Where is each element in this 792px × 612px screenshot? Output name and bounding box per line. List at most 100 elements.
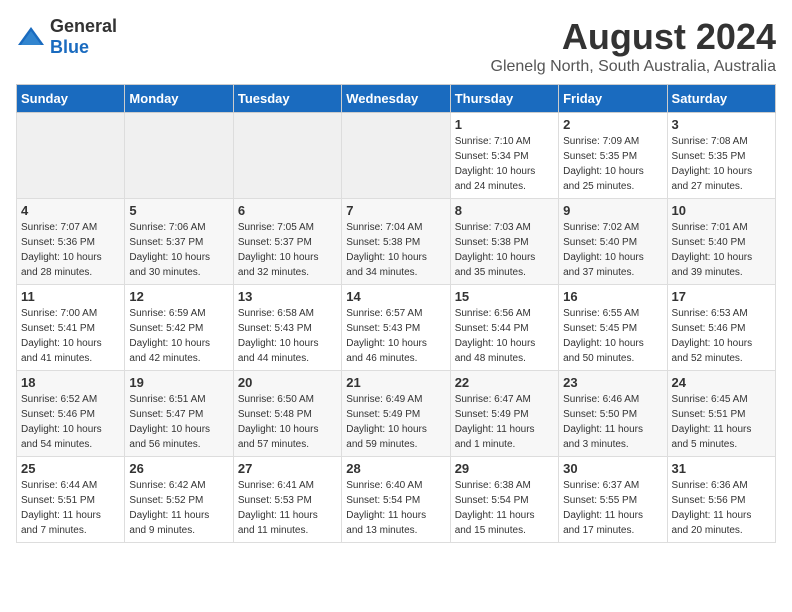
day-number: 3 (672, 117, 771, 132)
day-info: Sunrise: 7:07 AM Sunset: 5:36 PM Dayligh… (21, 220, 120, 280)
day-info: Sunrise: 6:44 AM Sunset: 5:51 PM Dayligh… (21, 478, 120, 538)
day-number: 28 (346, 461, 445, 476)
day-info: Sunrise: 7:00 AM Sunset: 5:41 PM Dayligh… (21, 306, 120, 366)
cell-week1-day0 (17, 113, 125, 199)
day-info: Sunrise: 6:51 AM Sunset: 5:47 PM Dayligh… (129, 392, 228, 452)
day-number: 24 (672, 375, 771, 390)
cell-week2-day5: 9 Sunrise: 7:02 AM Sunset: 5:40 PM Daylig… (559, 199, 667, 285)
header-wednesday: Wednesday (342, 85, 450, 113)
logo-blue: Blue (50, 37, 89, 57)
day-number: 9 (563, 203, 662, 218)
logo-general: General (50, 16, 117, 36)
day-info: Sunrise: 7:02 AM Sunset: 5:40 PM Dayligh… (563, 220, 662, 280)
day-number: 4 (21, 203, 120, 218)
day-number: 18 (21, 375, 120, 390)
cell-week4-day6: 24Sunrise: 6:45 AM Sunset: 5:51 PM Dayli… (667, 371, 775, 457)
cell-week5-day1: 26Sunrise: 6:42 AM Sunset: 5:52 PM Dayli… (125, 457, 233, 543)
cell-week3-day0: 11 Sunrise: 7:00 AM Sunset: 5:41 PM Dayli… (17, 285, 125, 371)
main-title: August 2024 (491, 16, 777, 58)
cell-week4-day2: 20Sunrise: 6:50 AM Sunset: 5:48 PM Dayli… (233, 371, 341, 457)
day-info: Sunrise: 7:05 AM Sunset: 5:37 PM Dayligh… (238, 220, 337, 280)
day-info: Sunrise: 7:03 AM Sunset: 5:38 PM Dayligh… (455, 220, 554, 280)
cell-week4-day4: 22 Sunrise: 6:47 AM Sunset: 5:49 PM Dayli… (450, 371, 558, 457)
day-number: 31 (672, 461, 771, 476)
cell-week1-day4: 1Sunrise: 7:10 AM Sunset: 5:34 PM Daylig… (450, 113, 558, 199)
week-row-1: 1Sunrise: 7:10 AM Sunset: 5:34 PM Daylig… (17, 113, 776, 199)
cell-week4-day3: 21Sunrise: 6:49 AM Sunset: 5:49 PM Dayli… (342, 371, 450, 457)
header-saturday: Saturday (667, 85, 775, 113)
day-number: 29 (455, 461, 554, 476)
cell-week5-day2: 27 Sunrise: 6:41 AM Sunset: 5:53 PM Dayli… (233, 457, 341, 543)
day-number: 6 (238, 203, 337, 218)
cell-week5-day0: 25 Sunrise: 6:44 AM Sunset: 5:51 PM Dayli… (17, 457, 125, 543)
day-info: Sunrise: 6:41 AM Sunset: 5:53 PM Dayligh… (238, 478, 337, 538)
day-number: 20 (238, 375, 337, 390)
calendar-table: Sunday Monday Tuesday Wednesday Thursday… (16, 84, 776, 543)
day-info: Sunrise: 6:46 AM Sunset: 5:50 PM Dayligh… (563, 392, 662, 452)
day-number: 8 (455, 203, 554, 218)
day-info: Sunrise: 6:56 AM Sunset: 5:44 PM Dayligh… (455, 306, 554, 366)
cell-week2-day2: 6 Sunrise: 7:05 AM Sunset: 5:37 PM Daylig… (233, 199, 341, 285)
cell-week3-day3: 14 Sunrise: 6:57 AM Sunset: 5:43 PM Dayli… (342, 285, 450, 371)
day-number: 10 (672, 203, 771, 218)
day-number: 11 (21, 289, 120, 304)
day-number: 16 (563, 289, 662, 304)
cell-week2-day4: 8 Sunrise: 7:03 AM Sunset: 5:38 PM Daylig… (450, 199, 558, 285)
cell-week4-day0: 18 Sunrise: 6:52 AM Sunset: 5:46 PM Dayli… (17, 371, 125, 457)
cell-week1-day5: 2 Sunrise: 7:09 AM Sunset: 5:35 PM Daylig… (559, 113, 667, 199)
day-info: Sunrise: 7:09 AM Sunset: 5:35 PM Dayligh… (563, 134, 662, 194)
day-info: Sunrise: 6:47 AM Sunset: 5:49 PM Dayligh… (455, 392, 554, 452)
cell-week5-day5: 30Sunrise: 6:37 AM Sunset: 5:55 PM Dayli… (559, 457, 667, 543)
header-monday: Monday (125, 85, 233, 113)
cell-week2-day6: 10 Sunrise: 7:01 AM Sunset: 5:40 PM Dayli… (667, 199, 775, 285)
day-info: Sunrise: 6:59 AM Sunset: 5:42 PM Dayligh… (129, 306, 228, 366)
day-number: 14 (346, 289, 445, 304)
day-number: 27 (238, 461, 337, 476)
day-info: Sunrise: 6:40 AM Sunset: 5:54 PM Dayligh… (346, 478, 445, 538)
cell-week5-day3: 28 Sunrise: 6:40 AM Sunset: 5:54 PM Dayli… (342, 457, 450, 543)
cell-week3-day5: 16 Sunrise: 6:55 AM Sunset: 5:45 PM Dayli… (559, 285, 667, 371)
cell-week1-day1 (125, 113, 233, 199)
day-info: Sunrise: 6:38 AM Sunset: 5:54 PM Dayligh… (455, 478, 554, 538)
cell-week4-day1: 19 Sunrise: 6:51 AM Sunset: 5:47 PM Dayli… (125, 371, 233, 457)
day-info: Sunrise: 6:58 AM Sunset: 5:43 PM Dayligh… (238, 306, 337, 366)
logo-icon (16, 25, 46, 49)
day-info: Sunrise: 7:01 AM Sunset: 5:40 PM Dayligh… (672, 220, 771, 280)
day-info: Sunrise: 6:57 AM Sunset: 5:43 PM Dayligh… (346, 306, 445, 366)
header-thursday: Thursday (450, 85, 558, 113)
cell-week3-day1: 12 Sunrise: 6:59 AM Sunset: 5:42 PM Dayli… (125, 285, 233, 371)
cell-week1-day6: 3Sunrise: 7:08 AM Sunset: 5:35 PM Daylig… (667, 113, 775, 199)
week-row-4: 18 Sunrise: 6:52 AM Sunset: 5:46 PM Dayli… (17, 371, 776, 457)
day-number: 23 (563, 375, 662, 390)
day-info: Sunrise: 7:04 AM Sunset: 5:38 PM Dayligh… (346, 220, 445, 280)
page-header: General Blue August 2024 Glenelg North, … (16, 16, 776, 76)
day-number: 25 (21, 461, 120, 476)
calendar-body: 1Sunrise: 7:10 AM Sunset: 5:34 PM Daylig… (17, 113, 776, 543)
day-info: Sunrise: 7:06 AM Sunset: 5:37 PM Dayligh… (129, 220, 228, 280)
sub-title: Glenelg North, South Australia, Australi… (491, 58, 777, 76)
logo: General Blue (16, 16, 117, 58)
day-number: 22 (455, 375, 554, 390)
day-number: 21 (346, 375, 445, 390)
day-info: Sunrise: 6:52 AM Sunset: 5:46 PM Dayligh… (21, 392, 120, 452)
week-row-5: 25 Sunrise: 6:44 AM Sunset: 5:51 PM Dayli… (17, 457, 776, 543)
cell-week1-day3 (342, 113, 450, 199)
day-info: Sunrise: 6:36 AM Sunset: 5:56 PM Dayligh… (672, 478, 771, 538)
header-sunday: Sunday (17, 85, 125, 113)
day-number: 2 (563, 117, 662, 132)
day-info: Sunrise: 6:55 AM Sunset: 5:45 PM Dayligh… (563, 306, 662, 366)
day-number: 17 (672, 289, 771, 304)
weekday-header-row: Sunday Monday Tuesday Wednesday Thursday… (17, 85, 776, 113)
week-row-2: 4 Sunrise: 7:07 AM Sunset: 5:36 PM Daylig… (17, 199, 776, 285)
day-number: 13 (238, 289, 337, 304)
header-tuesday: Tuesday (233, 85, 341, 113)
day-number: 12 (129, 289, 228, 304)
day-number: 19 (129, 375, 228, 390)
cell-week2-day0: 4 Sunrise: 7:07 AM Sunset: 5:36 PM Daylig… (17, 199, 125, 285)
day-number: 7 (346, 203, 445, 218)
day-info: Sunrise: 6:53 AM Sunset: 5:46 PM Dayligh… (672, 306, 771, 366)
day-number: 5 (129, 203, 228, 218)
cell-week1-day2 (233, 113, 341, 199)
title-block: August 2024 Glenelg North, South Austral… (491, 16, 777, 76)
cell-week2-day1: 5 Sunrise: 7:06 AM Sunset: 5:37 PM Daylig… (125, 199, 233, 285)
